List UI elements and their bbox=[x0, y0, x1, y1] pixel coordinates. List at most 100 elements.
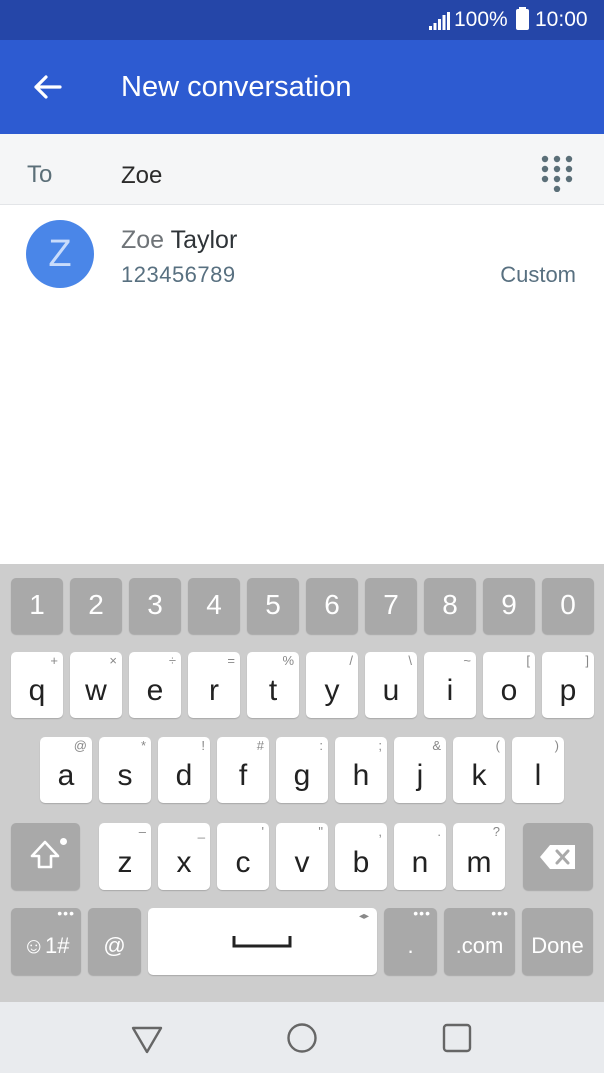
letter-key-i[interactable]: ~ i bbox=[424, 652, 476, 718]
key-label: t bbox=[268, 674, 278, 707]
number-key-2[interactable]: 2 bbox=[70, 578, 122, 634]
key-label: j bbox=[416, 759, 424, 792]
key-alt-symbol: ] bbox=[585, 653, 589, 668]
clock: 10:00 bbox=[535, 8, 588, 31]
letter-key-x[interactable]: _ x bbox=[158, 823, 210, 890]
key-label: 5 bbox=[265, 589, 281, 620]
key-label: f bbox=[238, 759, 248, 792]
recents-square-icon[interactable] bbox=[439, 1020, 475, 1056]
key-alt-symbol: / bbox=[349, 653, 353, 668]
key-label: 4 bbox=[206, 589, 222, 620]
period-key[interactable]: ••• . bbox=[384, 905, 437, 975]
contact-phone-type: Custom bbox=[500, 262, 576, 287]
letter-key-k[interactable]: (k bbox=[453, 737, 505, 803]
letter-key-l[interactable]: ) l bbox=[512, 737, 564, 803]
key-label: n bbox=[411, 846, 429, 879]
shift-key[interactable] bbox=[11, 823, 80, 890]
number-key-4[interactable]: 4 bbox=[188, 578, 240, 634]
done-key[interactable]: Done bbox=[522, 908, 593, 975]
dotcom-key[interactable]: ••• .com bbox=[444, 905, 515, 975]
number-key-0[interactable]: 0 bbox=[542, 578, 594, 634]
key-alt-symbol: + bbox=[50, 653, 58, 668]
at-key[interactable]: @ bbox=[88, 908, 141, 975]
letter-key-b[interactable]: ,b bbox=[335, 823, 387, 890]
letter-key-s[interactable]: * s bbox=[99, 737, 151, 803]
letter-key-n[interactable]: .n bbox=[394, 823, 446, 890]
letter-key-g[interactable]: :g bbox=[276, 737, 328, 803]
recipient-input[interactable] bbox=[121, 161, 501, 191]
number-key-1[interactable]: 1 bbox=[11, 578, 63, 634]
more-dots: ••• bbox=[413, 905, 431, 921]
key-label: 1 bbox=[29, 589, 45, 620]
battery-percent: 100% bbox=[454, 8, 508, 31]
key-alt-symbol: : bbox=[319, 738, 323, 753]
letter-key-y[interactable]: / y bbox=[306, 652, 358, 718]
dotcom-key-label: .com bbox=[455, 933, 504, 958]
number-key-8[interactable]: 8 bbox=[424, 578, 476, 634]
key-label: 7 bbox=[383, 589, 399, 620]
number-key-5[interactable]: 5 bbox=[247, 578, 299, 634]
letter-key-a[interactable]: @ a bbox=[40, 737, 92, 803]
more-dots: ••• bbox=[491, 905, 509, 921]
dialpad-icon[interactable] bbox=[540, 154, 574, 192]
key-label: d bbox=[175, 759, 193, 792]
letter-key-f[interactable]: # f bbox=[217, 737, 269, 803]
key-alt-symbol: ; bbox=[378, 738, 382, 753]
space-key[interactable]: ◂▸ bbox=[148, 908, 377, 975]
key-alt-symbol: = bbox=[227, 653, 235, 668]
key-label: m bbox=[466, 846, 492, 879]
key-label: k bbox=[471, 759, 487, 792]
letter-key-u[interactable]: \ u bbox=[365, 652, 417, 718]
backspace-key[interactable] bbox=[523, 823, 593, 890]
letter-key-c[interactable]: ' c bbox=[217, 823, 269, 890]
back-triangle-icon[interactable] bbox=[129, 1020, 165, 1056]
key-label: u bbox=[382, 674, 400, 707]
key-label: c bbox=[235, 846, 251, 879]
home-circle-icon[interactable] bbox=[284, 1020, 320, 1056]
more-dots: ••• bbox=[57, 905, 75, 921]
key-alt-symbol: ' bbox=[261, 824, 264, 839]
letter-key-t[interactable]: % t bbox=[247, 652, 299, 718]
key-label: h bbox=[352, 759, 370, 792]
key-alt-symbol: – bbox=[138, 824, 146, 839]
letter-key-p[interactable]: ] p bbox=[542, 652, 594, 718]
contact-name-match: Zoe bbox=[121, 226, 165, 254]
letter-key-w[interactable]: × w bbox=[70, 652, 122, 718]
key-label: b bbox=[352, 846, 370, 879]
number-key-7[interactable]: 7 bbox=[365, 578, 417, 634]
at-key-label: @ bbox=[103, 933, 126, 958]
number-key-6[interactable]: 6 bbox=[306, 578, 358, 634]
key-alt-symbol: @ bbox=[73, 738, 87, 753]
letter-key-q[interactable]: + q bbox=[11, 652, 63, 718]
key-alt-symbol: ÷ bbox=[168, 653, 176, 668]
key-alt-symbol: ? bbox=[492, 824, 500, 839]
number-key-9[interactable]: 9 bbox=[483, 578, 535, 634]
letter-key-h[interactable]: ; h bbox=[335, 737, 387, 803]
letter-key-d[interactable]: ! d bbox=[158, 737, 210, 803]
letter-key-v[interactable]: " v bbox=[276, 823, 328, 890]
key-label: 8 bbox=[442, 589, 458, 620]
symbols-key[interactable]: ••• ☺1# bbox=[11, 905, 81, 975]
key-label: w bbox=[85, 674, 107, 707]
key-alt-symbol: * bbox=[140, 738, 146, 753]
key-label: x bbox=[176, 846, 192, 879]
letter-key-j[interactable]: & j bbox=[394, 737, 446, 803]
done-key-label: Done bbox=[531, 933, 584, 958]
contact-name: Zoe Taylor bbox=[121, 226, 237, 255]
symbols-key-label: ☺1# bbox=[22, 933, 70, 958]
status-bar: 100% 10:00 bbox=[0, 0, 604, 40]
key-label: l bbox=[534, 759, 542, 792]
letter-key-z[interactable]: – z bbox=[99, 823, 151, 890]
key-alt-symbol: [ bbox=[526, 653, 530, 668]
letter-key-m[interactable]: ? m bbox=[453, 823, 505, 890]
signal-icon bbox=[429, 12, 450, 30]
back-arrow-icon[interactable] bbox=[30, 70, 64, 104]
contact-phone: 123456789 bbox=[121, 262, 236, 287]
contact-suggestion[interactable]: Z Zoe Taylor 123456789 Custom bbox=[0, 208, 604, 304]
key-alt-symbol: ! bbox=[201, 738, 205, 753]
key-label: 6 bbox=[324, 589, 340, 620]
number-key-3[interactable]: 3 bbox=[129, 578, 181, 634]
letter-key-e[interactable]: ÷ e bbox=[129, 652, 181, 718]
letter-key-r[interactable]: = r bbox=[188, 652, 240, 718]
letter-key-o[interactable]: [o bbox=[483, 652, 535, 718]
